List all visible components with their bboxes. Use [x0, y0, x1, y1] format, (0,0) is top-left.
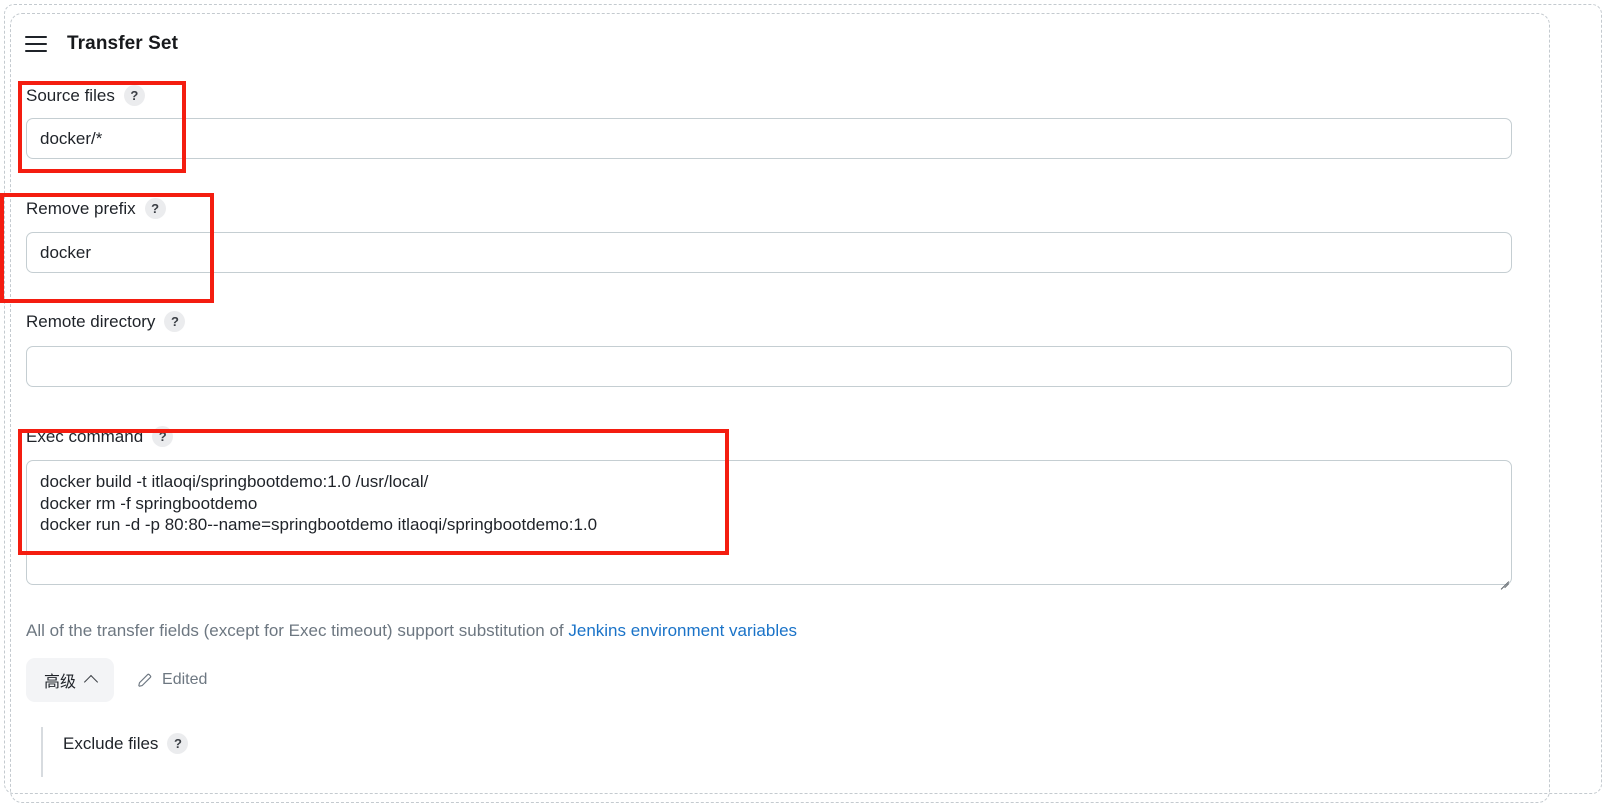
advanced-row: 高级 Edited: [26, 658, 207, 702]
exclude-files-label-text: Exclude files: [63, 733, 159, 753]
exclude-files-help-icon[interactable]: ?: [167, 733, 189, 754]
advanced-toggle-button[interactable]: 高级: [26, 658, 115, 702]
edited-label: Edited: [162, 671, 208, 688]
remove-prefix-input[interactable]: [26, 232, 1512, 273]
advanced-toggle-label: 高级: [44, 674, 77, 691]
chevron-up-icon: [83, 674, 99, 690]
drag-handle-icon[interactable]: [25, 36, 47, 52]
source-files-label-text: Source files: [26, 85, 115, 105]
exclude-files-label: Exclude files ?: [63, 733, 189, 754]
exec-command-label-text: Exec command: [26, 426, 144, 446]
jenkins-env-variables-link[interactable]: Jenkins environment variables: [568, 621, 797, 640]
source-files-label: Source files ?: [26, 85, 145, 106]
remote-directory-label: Remote directory ?: [26, 311, 186, 332]
panel-title: Transfer Set: [67, 33, 179, 54]
transfer-set-form: Transfer Set Source files ? Remove prefi…: [0, 0, 1615, 777]
exec-command-label: Exec command ?: [26, 426, 174, 447]
remove-prefix-label-text: Remove prefix: [26, 198, 136, 218]
remote-directory-input[interactable]: [26, 346, 1512, 387]
remote-directory-help-icon[interactable]: ?: [164, 311, 186, 332]
helper-prefix-text: All of the transfer fields (except for E…: [26, 621, 569, 640]
source-files-input[interactable]: [26, 118, 1512, 159]
nested-section-rule: [41, 727, 43, 777]
panel-header: Transfer Set: [25, 33, 178, 55]
transfer-fields-helper-text: All of the transfer fields (except for E…: [26, 621, 797, 641]
edited-indicator[interactable]: Edited: [136, 671, 207, 689]
exec-command-help-icon[interactable]: ?: [152, 426, 174, 447]
remove-prefix-help-icon[interactable]: ?: [144, 198, 166, 219]
remove-prefix-label: Remove prefix ?: [26, 198, 166, 219]
pencil-icon: [138, 673, 152, 687]
exec-command-textarea[interactable]: [26, 460, 1512, 585]
source-files-help-icon[interactable]: ?: [123, 85, 145, 106]
remote-directory-label-text: Remote directory: [26, 311, 156, 331]
